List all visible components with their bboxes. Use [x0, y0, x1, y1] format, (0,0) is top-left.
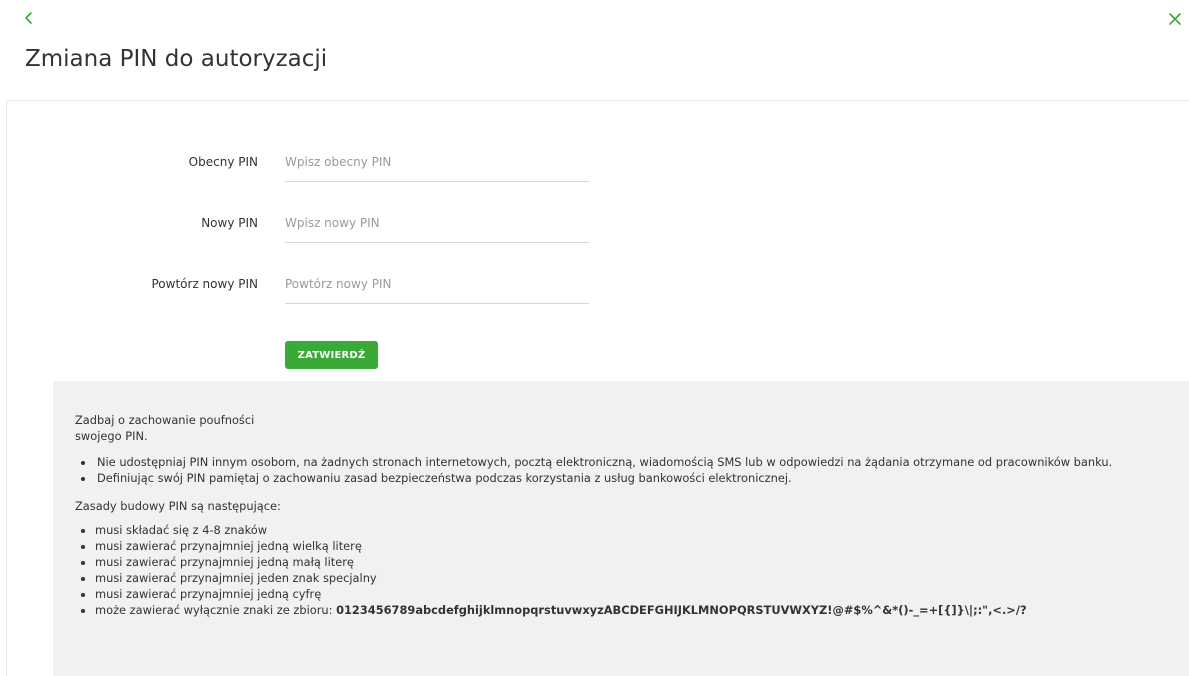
- back-button[interactable]: [20, 8, 40, 28]
- new-pin-row: Nowy PIN: [0, 203, 600, 243]
- info-intro: Zadbaj o zachowanie poufności swojego PI…: [75, 412, 295, 444]
- repeat-pin-label: Powtórz nowy PIN: [151, 277, 259, 291]
- security-tips-list: Nie udostępniaj PIN innym osobom, na żad…: [75, 454, 1185, 486]
- submit-button[interactable]: ZATWIERDŹ: [285, 341, 378, 369]
- page-title: Zmiana PIN do autoryzacji: [25, 46, 328, 72]
- current-pin-input[interactable]: [285, 142, 589, 182]
- pin-rule: musi zawierać przynajmniej jedną cyfrę: [95, 586, 1189, 602]
- info-panel: Zadbaj o zachowanie poufności swojego PI…: [53, 381, 1189, 676]
- security-tip: Nie udostępniaj PIN innym osobom, na żad…: [95, 454, 1185, 470]
- left-border: [6, 100, 7, 676]
- allowed-charset: 0123456789abcdefghijklmnopqrstuvwxyzABCD…: [336, 603, 1027, 617]
- current-pin-row: Obecny PIN: [0, 142, 600, 182]
- close-icon: [1169, 13, 1181, 25]
- pin-rule: musi zawierać przynajmniej jeden znak sp…: [95, 570, 1189, 586]
- security-tip: Definiując swój PIN pamiętaj o zachowani…: [95, 470, 1185, 486]
- close-button[interactable]: [1165, 9, 1185, 29]
- charset-prefix: może zawierać wyłącznie znaki ze zbioru:: [95, 603, 337, 617]
- pin-rule: musi zawierać przynajmniej jedną wielką …: [95, 538, 1189, 554]
- header-divider: [6, 100, 1189, 101]
- pin-rule: musi zawierać przynajmniej jedną małą li…: [95, 554, 1189, 570]
- repeat-pin-row: Powtórz nowy PIN: [0, 264, 600, 304]
- pin-rules-list: musi składać się z 4-8 znaków musi zawie…: [75, 522, 1189, 618]
- new-pin-input[interactable]: [285, 203, 589, 243]
- pin-rule-charset: może zawierać wyłącznie znaki ze zbioru:…: [95, 602, 1189, 618]
- info-intro-line2: swojego PIN.: [75, 429, 148, 443]
- new-pin-label: Nowy PIN: [201, 216, 258, 230]
- pin-rule: musi składać się z 4-8 znaków: [95, 522, 1189, 538]
- chevron-left-icon: [25, 12, 32, 24]
- repeat-pin-input[interactable]: [285, 264, 589, 304]
- info-intro-line1: Zadbaj o zachowanie poufności: [75, 413, 255, 427]
- rules-heading: Zasady budowy PIN są następujące:: [75, 499, 281, 513]
- current-pin-label: Obecny PIN: [188, 155, 258, 169]
